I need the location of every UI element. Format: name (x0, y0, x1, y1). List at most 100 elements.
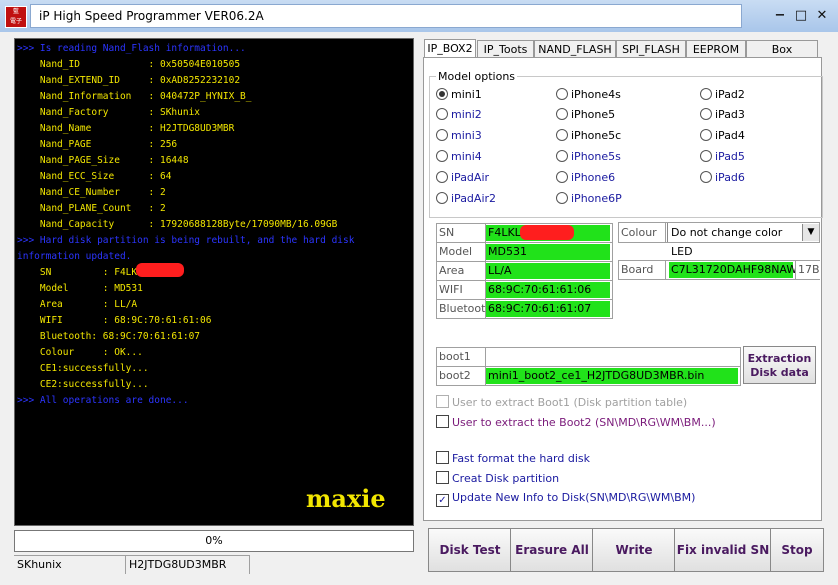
boot2-field[interactable]: mini1_boot2_ce1_H2JTDG8UD3MBR.bin (486, 368, 738, 384)
radio-mini1[interactable]: mini1 (436, 88, 482, 101)
radio-label: iPad4 (715, 129, 745, 142)
radio-iphone5s[interactable]: iPhone5s (556, 150, 621, 163)
model-label: Model (437, 243, 486, 261)
radio-mini2[interactable]: mini2 (436, 108, 482, 121)
wifi-label: WIFI (437, 281, 486, 299)
extraction-disk-data-button[interactable]: Extraction Disk data (743, 346, 816, 384)
fix-invalid-sn-button[interactable]: Fix invalid SN (674, 528, 772, 572)
radio-ipad6[interactable]: iPad6 (700, 171, 745, 184)
window-title-box: iP High Speed Programmer VER06.2A (30, 4, 742, 28)
close-icon[interactable]: ✕ (812, 8, 832, 24)
stop-button[interactable]: Stop (770, 528, 824, 572)
colour-select[interactable]: Do not change color LED (667, 223, 803, 258)
status-factory: SKhunix (14, 555, 126, 574)
write-button[interactable]: Write (592, 528, 676, 572)
model-options-label: Model options (436, 70, 518, 83)
console-line: >>> Is reading Nand_Flash information... (17, 43, 246, 54)
radio-dot (556, 108, 568, 120)
bluetooth-row: Bluetooth 68:9C:70:61:61:07 (436, 299, 613, 319)
erasure-all-button[interactable]: Erasure All (510, 528, 594, 572)
radio-iphone6[interactable]: iPhone6 (556, 171, 615, 184)
radio-ipad4[interactable]: iPad4 (700, 129, 745, 142)
console-line: Model : MD531 (17, 283, 143, 294)
radio-mini4[interactable]: mini4 (436, 150, 482, 163)
radio-label: mini3 (451, 129, 482, 142)
radio-dot (556, 192, 568, 204)
console-line: Nand_PAGE_Size : 16448 (17, 155, 189, 166)
area-field[interactable]: LL/A (486, 263, 610, 279)
maximize-icon[interactable]: □ (791, 8, 811, 24)
radio-dot (436, 150, 448, 162)
status-bar: SKhunix H2JTDG8UD3MBR (14, 555, 412, 574)
radio-mini3[interactable]: mini3 (436, 129, 482, 142)
radio-label: iPad2 (715, 88, 745, 101)
chevron-down-icon[interactable]: ▼ (802, 224, 819, 241)
console-line: Bluetooth: 68:9C:70:61:61:07 (17, 331, 201, 342)
tab-ip-toots[interactable]: IP_Toots (477, 40, 534, 58)
console-line: Nand_Factory : SKhunix (17, 107, 201, 118)
radio-ipad3[interactable]: iPad3 (700, 108, 745, 121)
extract-boot1-checkbox[interactable]: User to extract Boot1 (Disk partition ta… (436, 395, 687, 409)
radio-iphone5c[interactable]: iPhone5c (556, 129, 621, 142)
radio-dot (700, 129, 712, 141)
fast-format-checkbox[interactable]: Fast format the hard disk (436, 451, 590, 465)
radio-ipadair2[interactable]: iPadAir2 (436, 192, 496, 205)
radio-ipad5[interactable]: iPad5 (700, 150, 745, 163)
create-partition-checkbox[interactable]: Creat Disk partition (436, 471, 559, 485)
console-line: Area : LL/A (17, 299, 138, 310)
tab-ip-box2[interactable]: IP_BOX2 (424, 39, 476, 58)
checkbox-box (436, 451, 449, 464)
console-line: information updated. (17, 251, 132, 262)
console-line: >>> All operations are done... (17, 395, 189, 406)
update-info-checkbox[interactable]: ✓ Update New Info to Disk(SN\MD\RG\WM\BM) (436, 491, 695, 507)
radio-iphone6p[interactable]: iPhone6P (556, 192, 622, 205)
console-line: Nand_Name : H2JTDG8UD3MBR (17, 123, 235, 134)
tab-box-upgrade[interactable]: Box Upgrade (746, 40, 818, 73)
model-row: Model MD531 (436, 242, 613, 262)
tab-eeprom[interactable]: EEPROM (686, 40, 746, 58)
tab-spi-flash[interactable]: SPI_FLASH (616, 40, 686, 58)
radio-iphone5[interactable]: iPhone5 (556, 108, 615, 121)
create-partition-label: Creat Disk partition (452, 472, 560, 485)
board-field[interactable]: C7L31720DAHF98NAW (669, 262, 797, 278)
minimize-icon[interactable]: − (770, 8, 790, 24)
redaction-mark (136, 263, 184, 277)
radio-label: iPhone4s (571, 88, 621, 101)
console-line: CE1:successfully... (17, 363, 149, 374)
radio-label: iPhone5c (571, 129, 622, 142)
extract-boot1-label: User to extract Boot1 (Disk partition ta… (452, 396, 688, 409)
radio-dot (436, 192, 448, 204)
radio-label: iPhone6 (571, 171, 616, 184)
radio-label: mini2 (451, 108, 482, 121)
model-field[interactable]: MD531 (486, 244, 610, 260)
progress-bar: 0% (14, 530, 414, 552)
console-line: Nand_Information : 040472P_HYNIX_B_ (17, 91, 252, 102)
extract-boot2-checkbox[interactable]: User to extract the Boot2 (SN\MD\RG\WM\B… (436, 415, 716, 429)
boot2-label: boot2 (437, 367, 486, 385)
console-line: >>> Hard disk partition is being rebuilt… (17, 235, 355, 246)
radio-dot (436, 108, 448, 120)
wifi-field[interactable]: 68:9C:70:61:61:06 (486, 282, 610, 298)
board-label: Board (619, 261, 666, 279)
checkbox-box: ✓ (436, 494, 449, 507)
radio-ipadair[interactable]: iPadAir (436, 171, 489, 184)
colour-row: Colour Do not change color LED ▼ (618, 222, 820, 258)
checkbox-box (436, 471, 449, 484)
disk-test-button[interactable]: Disk Test (428, 528, 512, 572)
bluetooth-field[interactable]: 68:9C:70:61:61:07 (486, 301, 610, 317)
redaction-mark (520, 225, 574, 240)
extract-boot2-label: User to extract the Boot2 (SN\MD\RG\WM\B… (452, 416, 716, 429)
radio-ipad2[interactable]: iPad2 (700, 88, 745, 101)
console-line: Colour : OK... (17, 347, 143, 358)
console-line: Nand_PLANE_Count : 2 (17, 203, 166, 214)
radio-dot (556, 88, 568, 100)
tab-nand-flash[interactable]: NAND_FLASH (534, 40, 616, 58)
boot1-field[interactable] (486, 349, 737, 365)
radio-label: mini1 (451, 88, 482, 101)
radio-dot (700, 108, 712, 120)
radio-iphone4s[interactable]: iPhone4s (556, 88, 621, 101)
radio-dot (700, 150, 712, 162)
window-title: iP High Speed Programmer VER06.2A (39, 9, 264, 23)
console-line: Nand_Capacity : 17920688128Byte/17090MB/… (17, 219, 338, 230)
sn-label: SN (437, 224, 486, 242)
